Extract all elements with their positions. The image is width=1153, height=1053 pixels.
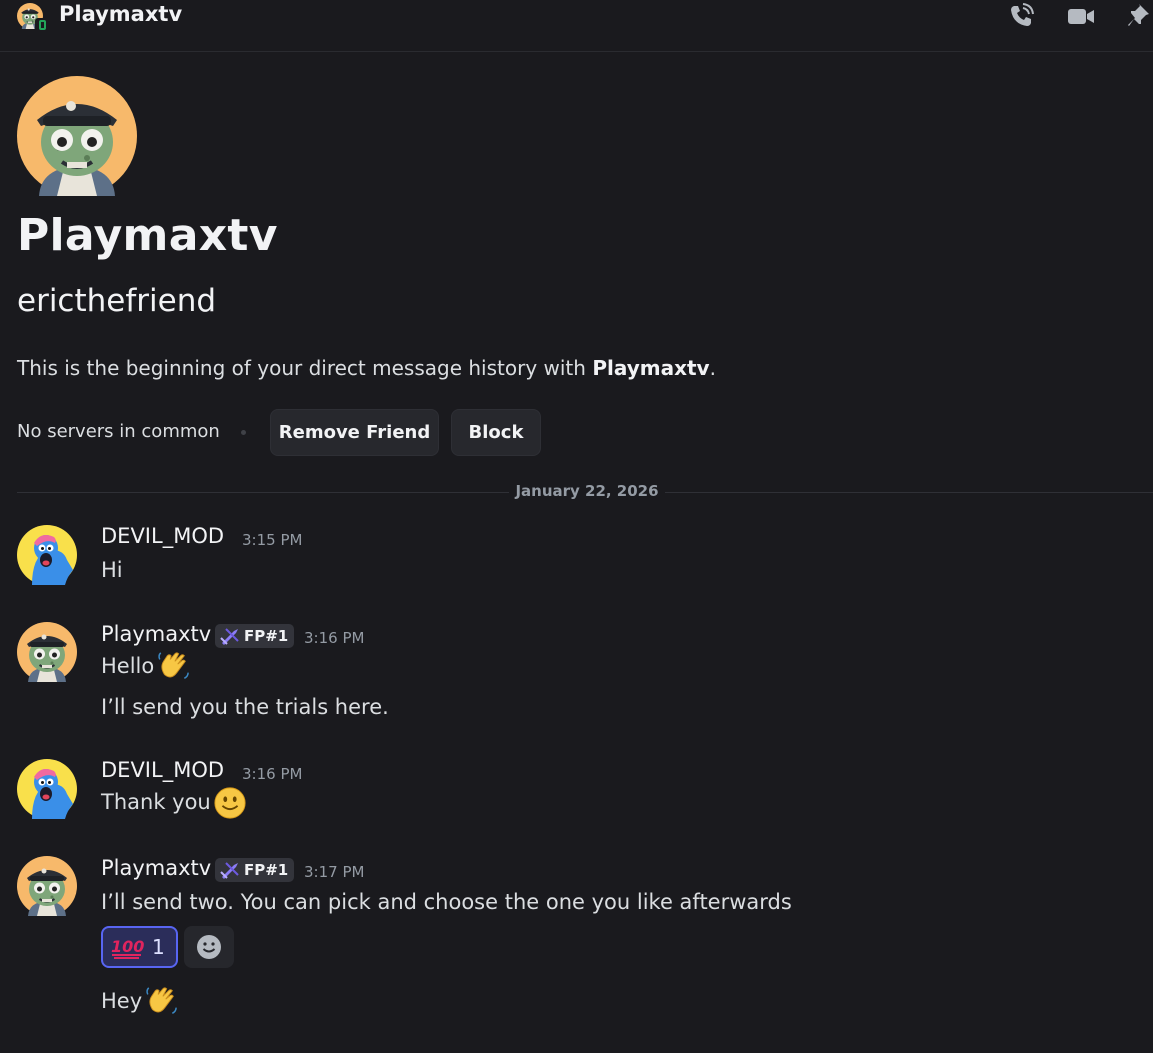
phone-call-icon[interactable]	[1007, 2, 1035, 30]
remove-friend-button[interactable]: Remove Friend	[270, 409, 439, 456]
server-tag-badge[interactable]: FP#1	[215, 858, 295, 882]
mutual-servers-text: No servers in common	[17, 421, 220, 442]
waving-hand-icon	[144, 985, 178, 1019]
reaction-count: 1	[152, 935, 165, 959]
date-divider-line-left	[17, 492, 509, 493]
message-avatar[interactable]	[17, 759, 77, 819]
pin-icon[interactable]	[1127, 2, 1153, 30]
channel-header: Playmaxtv	[0, 0, 1153, 52]
add-reaction-button[interactable]	[184, 926, 234, 968]
message-timestamp: 3:16 PM	[304, 629, 365, 647]
message-author[interactable]: Playmaxtv	[101, 622, 211, 646]
message-timestamp: 3:16 PM	[242, 765, 303, 783]
message-author[interactable]: DEVIL_MOD	[101, 524, 224, 548]
reaction-hundred-points[interactable]: 100 1	[101, 926, 178, 968]
message-text: Hello	[101, 650, 190, 684]
message-text: I’ll send two. You can pick and choose t…	[101, 890, 792, 914]
svg-text:100: 100	[111, 937, 144, 956]
dm-intro-name: Playmaxtv	[592, 356, 710, 380]
message-text: Hey	[101, 985, 178, 1019]
message-avatar[interactable]	[17, 622, 77, 682]
channel-title: Playmaxtv	[59, 2, 183, 26]
slightly-smiling-face-icon	[213, 786, 247, 820]
separator-dot	[241, 430, 246, 435]
message-author[interactable]: Playmaxtv	[101, 856, 211, 880]
profile-avatar[interactable]	[17, 76, 137, 196]
message-timestamp: 3:15 PM	[242, 531, 303, 549]
server-tag-badge[interactable]: FP#1	[215, 624, 295, 648]
mobile-status-icon	[35, 18, 49, 32]
message-timestamp: 3:17 PM	[304, 863, 365, 881]
message-avatar[interactable]	[17, 856, 77, 916]
date-divider-line-right	[665, 492, 1153, 493]
emoji-picker-icon	[197, 935, 221, 959]
date-divider: January 22, 2026	[509, 482, 665, 500]
block-button[interactable]: Block	[451, 409, 541, 456]
message-text: Hi	[101, 558, 123, 582]
dm-intro-text: This is the beginning of your direct mes…	[17, 356, 716, 380]
profile-username: ericthefriend	[17, 283, 217, 319]
hundred-points-icon: 100	[111, 937, 144, 959]
message-avatar[interactable]	[17, 525, 77, 585]
sword-icon	[219, 626, 241, 646]
message-author[interactable]: DEVIL_MOD	[101, 758, 224, 782]
message-text: Thank you	[101, 786, 247, 820]
message-text: I’ll send you the trials here.	[101, 695, 389, 719]
waving-hand-icon	[156, 650, 190, 684]
video-call-icon[interactable]	[1067, 2, 1095, 30]
profile-display-name: Playmaxtv	[17, 210, 278, 261]
sword-icon	[219, 860, 241, 880]
